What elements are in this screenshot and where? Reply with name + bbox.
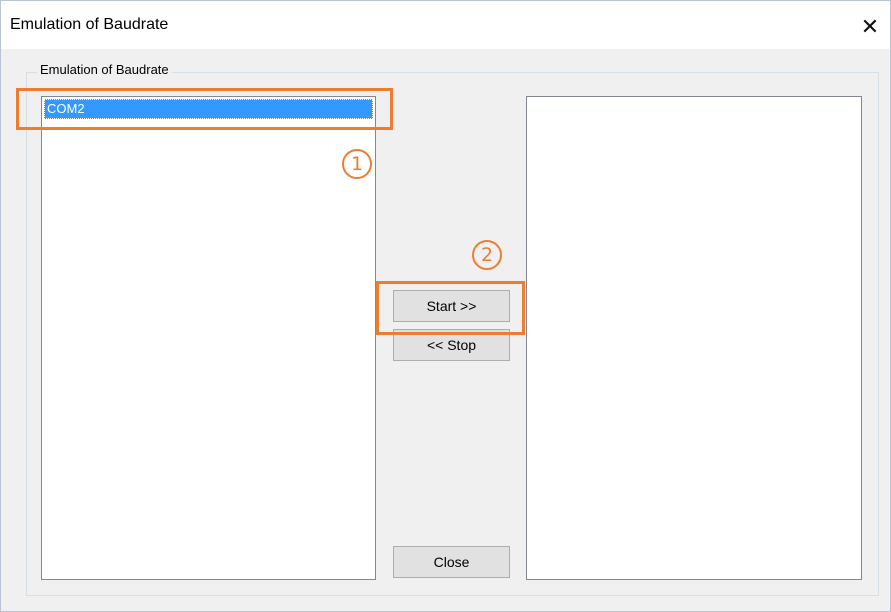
step-marker-2: 2 [472,240,502,270]
emulated-ports-list[interactable] [526,96,862,580]
available-ports-list[interactable]: COM2 [41,96,376,580]
list-item-com2[interactable]: COM2 [44,99,373,119]
title-bar[interactable]: Emulation of Baudrate ✕ [1,1,890,49]
start-button[interactable]: Start >> [393,290,510,322]
step-marker-1: 1 [342,149,372,179]
stop-button[interactable]: << Stop [393,329,510,361]
close-button[interactable]: Close [393,546,510,578]
window-title: Emulation of Baudrate [10,16,169,33]
group-box-label: Emulation of Baudrate [37,62,172,77]
close-icon[interactable]: ✕ [850,9,890,45]
